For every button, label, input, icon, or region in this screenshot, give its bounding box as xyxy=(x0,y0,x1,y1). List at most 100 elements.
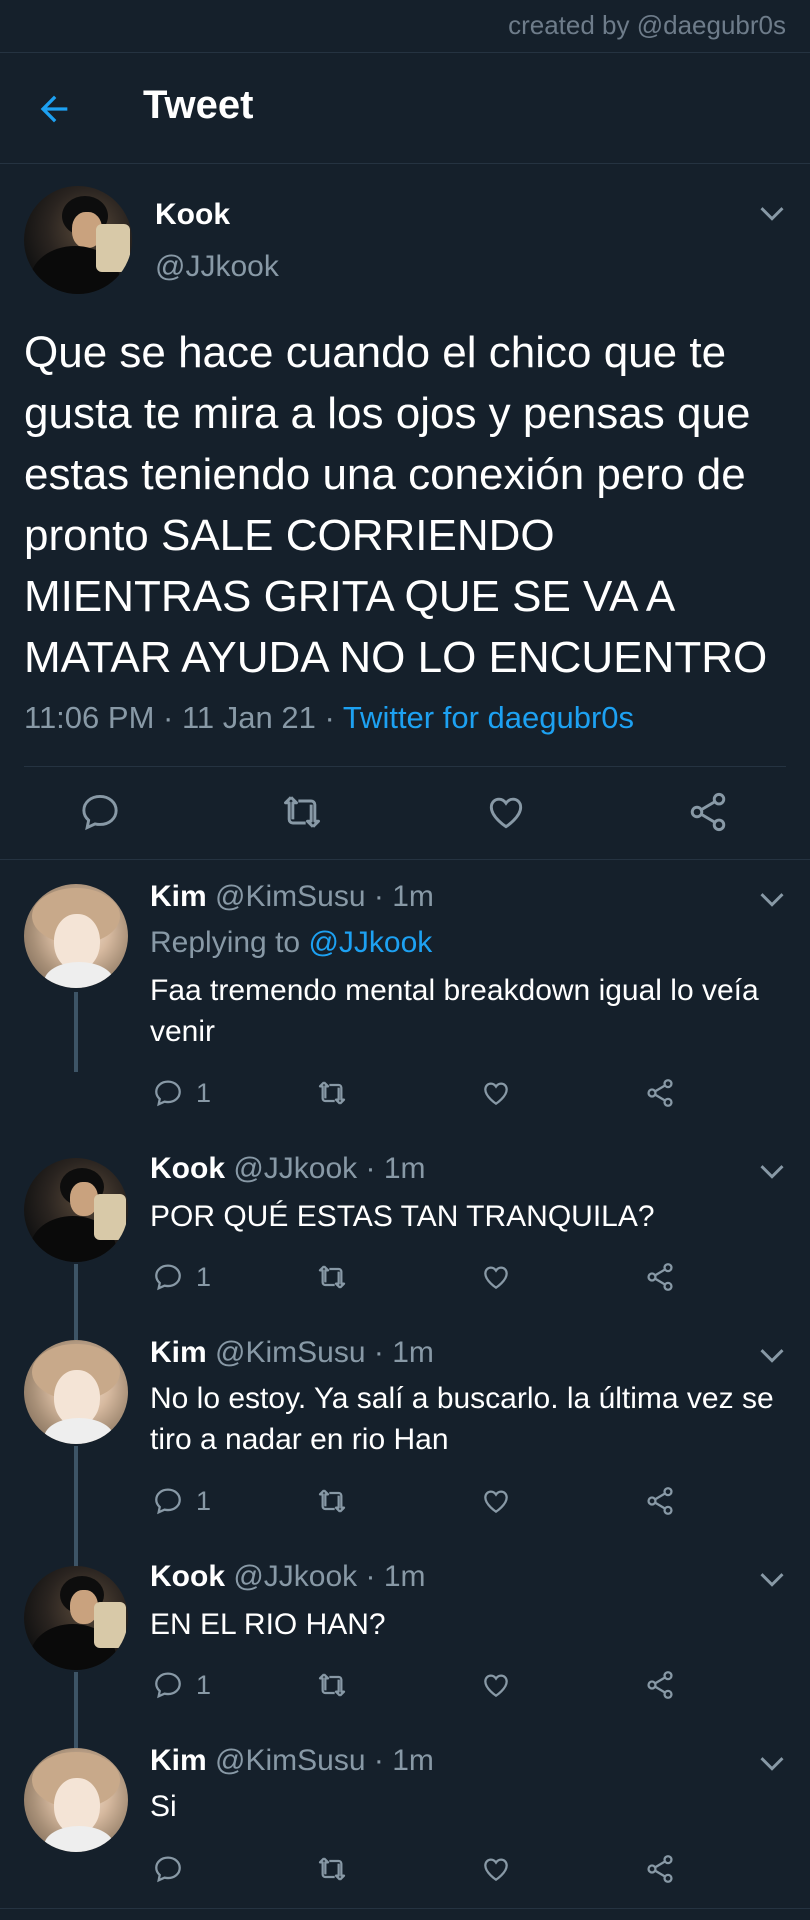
share-icon xyxy=(647,1855,673,1883)
heart-icon xyxy=(484,1858,508,1882)
avatar[interactable] xyxy=(24,1158,128,1262)
reply-button[interactable]: 1 xyxy=(152,1484,211,1518)
heart-icon xyxy=(484,1082,508,1106)
chevron-down-icon[interactable] xyxy=(758,1162,786,1182)
retweet-button[interactable] xyxy=(316,1260,348,1294)
share-button[interactable] xyxy=(644,1668,676,1702)
chevron-down-icon[interactable] xyxy=(758,204,786,224)
reply-button[interactable]: 1 xyxy=(152,1260,211,1294)
retweet-icon[interactable] xyxy=(280,790,324,834)
thread-line xyxy=(74,1264,78,1340)
chevron-down-icon[interactable] xyxy=(758,890,786,910)
reply-text: Faa tremendo mental breakdown igual lo v… xyxy=(150,974,759,1048)
arrow-left-icon[interactable] xyxy=(34,89,74,129)
author-handle[interactable]: @JJkook xyxy=(155,250,279,284)
reply-author-name[interactable]: Kim xyxy=(150,880,207,913)
tweet-text: Que se hace cuando el chico que te gusta… xyxy=(24,328,768,682)
share-icon xyxy=(647,1671,673,1699)
reply-count: 1 xyxy=(196,1485,212,1516)
meta-separator: · xyxy=(154,700,182,735)
retweet-icon xyxy=(318,1265,346,1289)
reply-text: Si xyxy=(150,1790,177,1823)
tweet-date: 11 Jan 21 xyxy=(181,700,316,735)
reply-author-name[interactable]: Kook xyxy=(150,1560,225,1593)
replying-to: Replying to @JJkook xyxy=(150,926,432,960)
like-button[interactable] xyxy=(480,1076,512,1110)
author-name[interactable]: Kook xyxy=(155,198,230,232)
retweet-button[interactable] xyxy=(316,1852,348,1886)
reply-header: Kook @JJkook · 1m xyxy=(150,1152,426,1186)
retweet-button[interactable] xyxy=(316,1668,348,1702)
chevron-down-icon[interactable] xyxy=(758,1346,786,1366)
reply-button[interactable]: 1 xyxy=(152,1076,211,1110)
reply-header: Kook @JJkook · 1m xyxy=(150,1560,426,1594)
share-button[interactable] xyxy=(644,1484,676,1518)
reply-header: Kim @KimSusu · 1m xyxy=(150,1336,434,1370)
retweet-icon xyxy=(318,1081,346,1105)
retweet-icon xyxy=(318,1857,346,1881)
comment-icon[interactable] xyxy=(78,790,122,834)
main-tweet: Kook @JJkook Que se hace cuando el chico… xyxy=(0,164,810,860)
chevron-down-icon[interactable] xyxy=(758,1754,786,1774)
like-button[interactable] xyxy=(480,1668,512,1702)
avatar[interactable] xyxy=(24,186,132,294)
page-title: Tweet xyxy=(143,83,254,127)
reply-separator: · xyxy=(357,1560,384,1593)
thread-line xyxy=(74,1446,78,1570)
reply-button[interactable]: 1 xyxy=(152,1668,211,1702)
reply-time: 1m xyxy=(383,1560,426,1593)
like-button[interactable] xyxy=(480,1260,512,1294)
reply-button[interactable] xyxy=(152,1852,196,1886)
watermark: created by @daegubr0s xyxy=(508,10,786,40)
share-icon[interactable] xyxy=(686,790,730,834)
avatar[interactable] xyxy=(24,884,128,988)
share-icon xyxy=(647,1263,673,1291)
meta-separator: · xyxy=(315,700,343,735)
reply-author-name[interactable]: Kim xyxy=(150,1336,207,1369)
replying-to-mention[interactable]: @JJkook xyxy=(308,926,432,959)
comment-icon xyxy=(155,1672,181,1699)
like-button[interactable] xyxy=(480,1484,512,1518)
reply-author-handle[interactable]: @KimSusu xyxy=(215,1744,366,1777)
reply-author-handle[interactable]: @JJkook xyxy=(233,1560,357,1593)
reply-author-name[interactable]: Kim xyxy=(150,1744,207,1777)
avatar[interactable] xyxy=(24,1566,128,1670)
thread-line xyxy=(74,1672,78,1748)
retweet-button[interactable] xyxy=(316,1484,348,1518)
heart-icon xyxy=(484,1490,508,1514)
tweet-source-link[interactable]: Twitter for daegubr0s xyxy=(343,700,634,735)
share-button[interactable] xyxy=(644,1260,676,1294)
reply-time: 1m xyxy=(392,880,434,913)
avatar[interactable] xyxy=(24,1340,128,1444)
top-bar: Tweet xyxy=(0,52,810,164)
reply-author-name[interactable]: Kook xyxy=(150,1152,225,1185)
reply-count: 1 xyxy=(196,1261,212,1292)
comment-icon xyxy=(155,1488,181,1515)
reply-author-handle[interactable]: @KimSusu xyxy=(215,880,366,913)
reply-separator: · xyxy=(357,1152,384,1185)
tweet-time: 11:06 PM xyxy=(24,700,155,735)
share-button[interactable] xyxy=(644,1076,676,1110)
share-icon xyxy=(647,1079,673,1107)
reply-time: 1m xyxy=(392,1744,434,1777)
reply-header: Kim @KimSusu · 1m xyxy=(150,880,434,914)
comment-icon xyxy=(155,1856,181,1883)
tweet-meta: 11:06 PM · 11 Jan 21 · Twitter for daegu… xyxy=(24,700,634,736)
avatar[interactable] xyxy=(24,1748,128,1852)
retweet-button[interactable] xyxy=(316,1076,348,1110)
share-button[interactable] xyxy=(644,1852,676,1886)
reply-count: 1 xyxy=(196,1669,212,1700)
thread-line xyxy=(74,992,78,1072)
retweet-icon xyxy=(318,1489,346,1513)
comment-icon xyxy=(155,1264,181,1291)
heart-icon xyxy=(484,1266,508,1290)
comment-icon xyxy=(155,1080,181,1107)
like-button[interactable] xyxy=(480,1852,512,1886)
reply-author-handle[interactable]: @KimSusu xyxy=(215,1336,366,1369)
reply-text: No lo estoy. Ya salí a buscarlo. la últi… xyxy=(150,1382,774,1456)
reply-author-handle[interactable]: @JJkook xyxy=(233,1152,357,1185)
chevron-down-icon[interactable] xyxy=(758,1570,786,1590)
heart-icon[interactable] xyxy=(484,790,528,834)
reply-time: 1m xyxy=(392,1336,434,1369)
heart-icon xyxy=(484,1674,508,1698)
